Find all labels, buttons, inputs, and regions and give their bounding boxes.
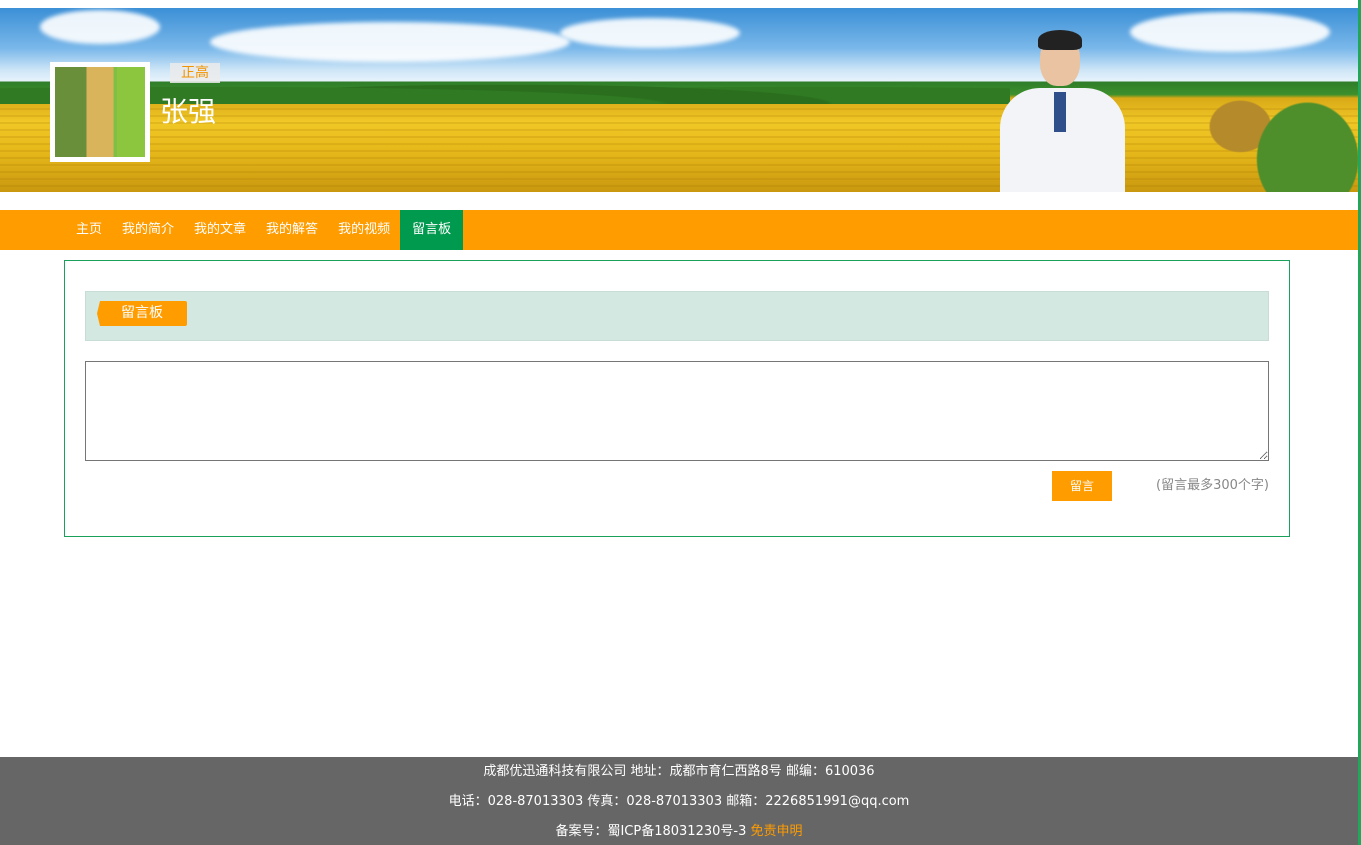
doctor-name: 张强	[160, 95, 217, 128]
submit-message-button[interactable]: 留言	[1052, 471, 1112, 501]
disclaimer-link[interactable]: 免责申明	[751, 824, 803, 839]
doctor-title-badge: 正高	[170, 63, 220, 83]
header-banner: 正高 张强	[0, 8, 1358, 192]
panel-tab-label: 留言板	[97, 301, 187, 326]
avatar	[50, 62, 150, 162]
treeline-decoration	[0, 74, 1010, 104]
rice-plant-decoration	[1190, 28, 1358, 192]
message-length-hint: (留言最多300个字)	[1156, 478, 1269, 493]
footer-company-address: 成都优迅通科技有限公司 地址：成都市育仁西路8号 邮编：610036	[483, 764, 875, 779]
main-nav: 主页 我的简介 我的文章 我的解答 我的视频 留言板	[0, 210, 1358, 250]
nav-item-articles[interactable]: 我的文章	[184, 210, 256, 250]
footer-record: 备案号：蜀ICP备18031230号-3 免责申明	[0, 817, 1358, 845]
message-board-panel: 留言板 留言 (留言最多300个字)	[64, 260, 1290, 537]
cloud-decoration	[210, 22, 570, 62]
cloud-decoration	[560, 18, 740, 48]
nav-item-videos[interactable]: 我的视频	[328, 210, 400, 250]
nav-item-message-board[interactable]: 留言板	[400, 210, 464, 250]
cloud-decoration	[40, 10, 160, 44]
panel-header: 留言板	[85, 291, 1269, 341]
doctor-photo	[1000, 26, 1125, 192]
nav-item-home[interactable]: 主页	[66, 210, 112, 250]
footer: 成都优迅通科技有限公司 地址：成都市育仁西路8号 邮编：610036 电话：02…	[0, 757, 1358, 845]
message-textarea[interactable]	[85, 361, 1269, 461]
footer-icp-record: 备案号：蜀ICP备18031230号-3	[555, 824, 747, 839]
page: 正高 张强 主页 我的简介 我的文章 我的解答 我的视频 留言板 留言板 留言 …	[0, 0, 1361, 845]
footer-contact: 电话：028-87013303 传真：028-87013303 邮箱：22268…	[448, 794, 910, 809]
avatar-image	[55, 67, 145, 157]
nav-item-answers[interactable]: 我的解答	[256, 210, 328, 250]
nav-list: 主页 我的简介 我的文章 我的解答 我的视频 留言板	[66, 210, 464, 250]
nav-item-profile[interactable]: 我的简介	[112, 210, 184, 250]
